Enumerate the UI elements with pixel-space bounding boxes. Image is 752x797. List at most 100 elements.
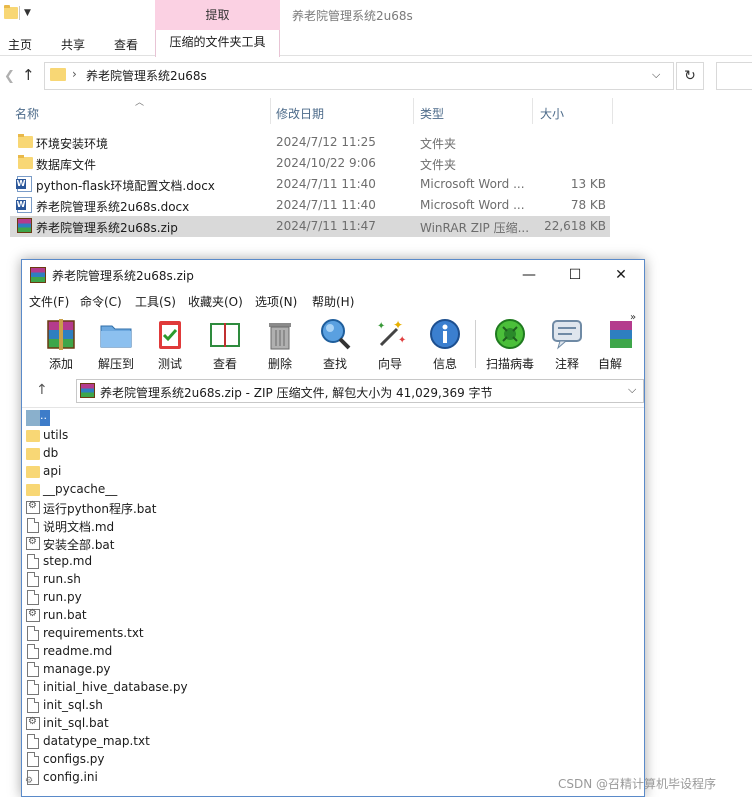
back-arrow-icon[interactable]: ❮ (4, 69, 15, 84)
file-name: python-flask环境配置文档.docx (36, 179, 215, 193)
column-divider[interactable] (612, 98, 613, 124)
tab-home[interactable]: 主页 (8, 36, 32, 53)
list-item[interactable]: init_sql.bat (26, 715, 326, 733)
file-icon (27, 572, 39, 587)
up-arrow-icon[interactable]: ↑ (36, 382, 48, 398)
comment-button[interactable]: 注释 (540, 315, 594, 373)
list-item-label: .. (40, 410, 50, 426)
wizard-button[interactable]: ✦ ✦ ✦ 向导 (363, 315, 417, 373)
file-type: 文件夹 (420, 158, 457, 172)
context-tab-extract[interactable]: 提取 (155, 0, 280, 30)
explorer-window-title: 养老院管理系统2u68s (292, 9, 413, 23)
refresh-icon[interactable]: ↻ (676, 62, 704, 90)
list-item[interactable]: configs.py (26, 751, 326, 769)
word-doc-icon (16, 197, 32, 213)
search-input[interactable] (716, 62, 752, 90)
winrar-archive-icon (17, 218, 32, 233)
find-button[interactable]: 查找 (308, 315, 362, 373)
file-size: 22,618 KB (544, 219, 606, 233)
list-item[interactable]: datatype_map.txt (26, 733, 326, 751)
virus-scan-icon (493, 317, 527, 351)
chevron-down-icon[interactable]: ⌵ (628, 383, 636, 397)
batch-file-icon (26, 536, 40, 550)
menu-file[interactable]: 文件(F) (29, 293, 69, 310)
magnifier-icon (318, 317, 352, 351)
chevron-down-icon[interactable]: ⌵ (652, 68, 660, 82)
list-item[interactable]: db (26, 445, 326, 463)
list-item[interactable]: config.ini (25, 769, 326, 787)
sfx-button[interactable]: 自解 (592, 315, 632, 373)
folder-icon (26, 430, 40, 442)
view-button[interactable]: 查看 (198, 315, 252, 373)
column-divider[interactable] (413, 98, 414, 124)
list-item-label: api (43, 464, 62, 478)
list-item[interactable]: 安装全部.bat (26, 535, 326, 553)
menu-options[interactable]: 选项(N) (255, 293, 297, 310)
toolbar: 添加 解压到 测试 查看 删除 查找 ✦ ✦ ✦ 向导 信息 扫描病毒 注释 自… (22, 312, 644, 374)
list-item[interactable]: requirements.txt (26, 625, 326, 643)
folder-icon (26, 448, 40, 460)
list-item[interactable]: manage.py (26, 661, 326, 679)
list-item[interactable]: run.bat (26, 607, 326, 625)
ribbon-tab-bar (0, 30, 752, 56)
list-item[interactable]: init_sql.sh (26, 697, 326, 715)
quick-access-dropdown-icon[interactable]: ▼ (24, 8, 31, 18)
column-header-name[interactable]: 名称 (15, 105, 39, 122)
list-item-label: datatype_map.txt (43, 734, 150, 748)
list-item-label: utils (43, 428, 69, 442)
breadcrumb-chevron-icon[interactable]: › (72, 67, 77, 81)
file-row-selected[interactable]: 养老院管理系统2u68s.zip 2024/7/11 11:47 WinRAR … (10, 216, 610, 237)
menu-help[interactable]: 帮助(H) (312, 293, 354, 310)
column-header-date[interactable]: 修改日期 (276, 105, 324, 122)
file-icon (27, 680, 39, 695)
list-item[interactable]: 运行python程序.bat (26, 499, 326, 517)
tool-label: 添加 (48, 357, 73, 371)
tab-compressed-folder-tools[interactable]: 压缩的文件夹工具 (155, 30, 280, 57)
column-divider[interactable] (270, 98, 271, 124)
list-item[interactable]: utils (26, 427, 326, 445)
file-row[interactable]: 数据库文件 2024/10/22 9:06 文件夹 (10, 153, 610, 174)
file-row[interactable]: 养老院管理系统2u68s.docx 2024/7/11 11:40 Micros… (10, 195, 610, 216)
list-item[interactable]: initial_hive_database.py (26, 679, 326, 697)
close-icon[interactable]: ✕ (598, 260, 644, 290)
menu-favorites[interactable]: 收藏夹(O) (188, 293, 243, 310)
tab-share[interactable]: 共享 (61, 36, 85, 53)
menu-commands[interactable]: 命令(C) (80, 293, 122, 310)
info-button[interactable]: 信息 (418, 315, 472, 373)
list-item-parent[interactable]: .. (26, 409, 326, 427)
column-header-size[interactable]: 大小 (540, 105, 564, 122)
file-date: 2024/7/11 11:40 (276, 198, 376, 212)
list-item-label: initial_hive_database.py (43, 680, 188, 694)
scan-virus-button[interactable]: 扫描病毒 (483, 315, 537, 373)
menu-tools[interactable]: 工具(S) (135, 293, 176, 310)
maximize-icon[interactable]: ☐ (552, 260, 598, 290)
extract-to-button[interactable]: 解压到 (89, 315, 143, 373)
column-header-type[interactable]: 类型 (420, 105, 444, 122)
breadcrumb[interactable]: 养老院管理系统2u68s (86, 67, 207, 84)
list-item[interactable]: 说明文档.md (26, 517, 326, 535)
tool-label: 扫描病毒 (485, 357, 534, 371)
winrar-archive-icon (80, 383, 95, 398)
tab-view[interactable]: 查看 (114, 36, 138, 53)
list-item-label: 运行python程序.bat (43, 502, 157, 516)
folder-icon[interactable] (4, 5, 18, 19)
add-button[interactable]: 添加 (34, 315, 88, 373)
file-row[interactable]: python-flask环境配置文档.docx 2024/7/11 11:40 … (10, 174, 610, 195)
file-icon (27, 554, 39, 569)
list-item[interactable]: readme.md (26, 643, 326, 661)
file-row[interactable]: 环境安装环境 2024/7/12 11:25 文件夹 (10, 132, 610, 153)
list-item[interactable]: __pycache__ (26, 481, 326, 499)
delete-button[interactable]: 删除 (253, 315, 307, 373)
list-item[interactable]: run.py (26, 589, 326, 607)
minimize-icon[interactable]: — (506, 260, 552, 290)
column-divider[interactable] (532, 98, 533, 124)
list-item[interactable]: api (26, 463, 326, 481)
magic-wand-icon: ✦ ✦ ✦ (373, 317, 407, 351)
list-item[interactable]: run.sh (26, 571, 326, 589)
svg-text:✦: ✦ (398, 335, 406, 346)
list-item-label: manage.py (43, 662, 111, 676)
up-arrow-icon[interactable]: ↑ (22, 66, 35, 84)
test-button[interactable]: 测试 (143, 315, 197, 373)
toolbar-overflow-icon[interactable]: » (630, 312, 636, 323)
list-item[interactable]: step.md (26, 553, 326, 571)
